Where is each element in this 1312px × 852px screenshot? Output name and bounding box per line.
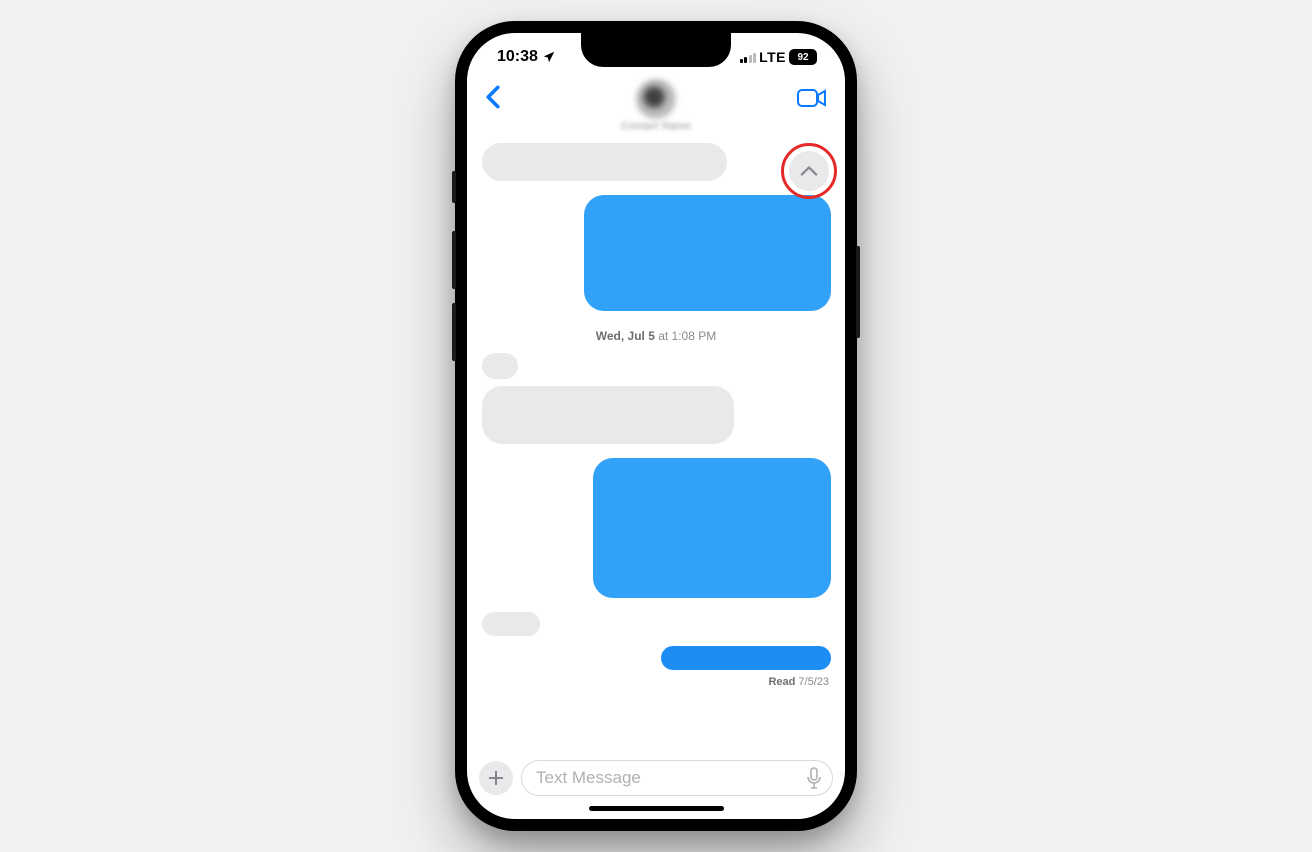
video-camera-icon bbox=[797, 87, 827, 109]
read-date: 7/5/23 bbox=[795, 676, 829, 688]
read-label: Read bbox=[768, 676, 795, 688]
battery-level: 92 bbox=[797, 52, 808, 63]
carrier-label: LTE bbox=[759, 49, 786, 65]
message-bubble-incoming[interactable] bbox=[482, 143, 727, 181]
scroll-to-first-unread-button[interactable] bbox=[789, 151, 829, 191]
facetime-button[interactable] bbox=[797, 81, 827, 114]
back-button[interactable] bbox=[485, 81, 501, 116]
status-time: 10:38 bbox=[497, 48, 538, 66]
volume-down bbox=[452, 303, 456, 361]
timestamp-day: Wed, Jul 5 bbox=[596, 329, 655, 343]
avatar bbox=[636, 79, 676, 119]
notch bbox=[581, 33, 731, 67]
message-bubble-outgoing[interactable] bbox=[661, 646, 831, 670]
signal-icon bbox=[740, 51, 757, 63]
chevron-left-icon bbox=[485, 85, 501, 109]
screen: 10:38 LTE 92 Contact Name bbox=[467, 33, 845, 819]
contact-header[interactable]: Contact Name bbox=[621, 79, 691, 132]
chevron-up-icon bbox=[800, 165, 818, 177]
power-button bbox=[856, 246, 860, 338]
location-arrow-icon bbox=[542, 50, 556, 64]
message-thread[interactable]: Wed, Jul 5 at 1:08 PM Read 7/5/23 bbox=[467, 137, 845, 754]
volume-up bbox=[452, 231, 456, 289]
read-receipt: Read 7/5/23 bbox=[768, 676, 829, 688]
input-placeholder: Text Message bbox=[536, 768, 641, 788]
mute-switch bbox=[452, 171, 456, 203]
phone-frame: 10:38 LTE 92 Contact Name bbox=[455, 21, 857, 831]
home-indicator[interactable] bbox=[589, 806, 724, 811]
plus-icon bbox=[487, 769, 505, 787]
apps-button[interactable] bbox=[479, 761, 513, 795]
battery-icon: 92 bbox=[789, 49, 817, 65]
contact-name: Contact Name bbox=[621, 121, 691, 132]
message-bubble-incoming[interactable] bbox=[482, 386, 734, 444]
message-bubble-incoming[interactable] bbox=[482, 612, 540, 636]
microphone-icon[interactable] bbox=[806, 767, 822, 789]
timestamp-divider: Wed, Jul 5 at 1:08 PM bbox=[479, 329, 833, 343]
message-bubble-incoming[interactable] bbox=[482, 353, 518, 379]
message-bubble-outgoing[interactable] bbox=[584, 195, 831, 311]
message-input[interactable]: Text Message bbox=[521, 760, 833, 796]
message-bubble-outgoing[interactable] bbox=[593, 458, 831, 598]
nav-header: Contact Name bbox=[467, 81, 845, 137]
timestamp-time: at 1:08 PM bbox=[655, 329, 716, 343]
compose-row: Text Message bbox=[467, 754, 845, 802]
